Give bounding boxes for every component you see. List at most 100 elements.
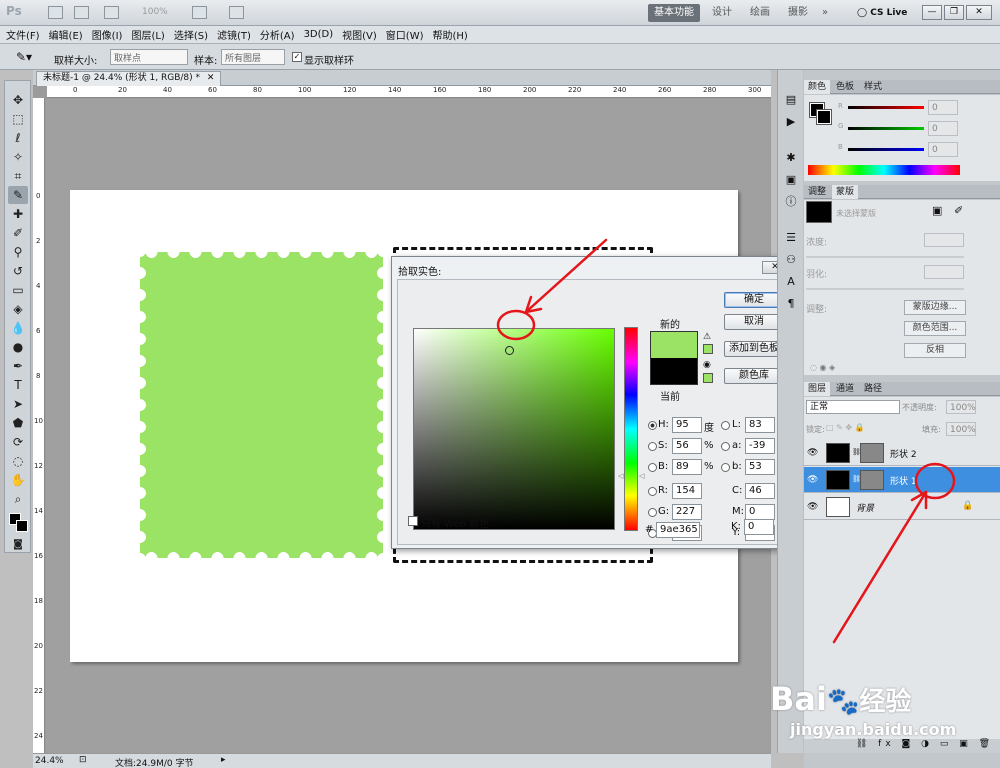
- mini-bridge-icon[interactable]: [74, 6, 89, 19]
- stamp-tool-icon[interactable]: ⚲: [8, 243, 28, 261]
- actions-panel-icon[interactable]: ▶: [782, 114, 800, 130]
- blur-tool-icon[interactable]: 💧: [8, 319, 28, 337]
- cancel-button[interactable]: 取消: [724, 314, 784, 330]
- marquee-tool-icon[interactable]: ⬚: [8, 110, 28, 128]
- healing-brush-icon[interactable]: ✚: [8, 205, 28, 223]
- layers-footer-icons[interactable]: ⛓ fx ◙ ◑ ▭ ▣ 🗑: [804, 739, 1000, 753]
- hue-slider-left-arrow[interactable]: ◁: [618, 472, 623, 480]
- tab-adjustments[interactable]: 调整: [804, 185, 830, 199]
- restore-icon[interactable]: ❐: [944, 5, 964, 20]
- density-field[interactable]: [924, 233, 964, 247]
- g-slider[interactable]: [848, 127, 924, 130]
- pen-tool-icon[interactable]: ✒: [8, 357, 28, 375]
- zoom-level-dropdown[interactable]: 100%: [142, 7, 168, 17]
- add-to-swatches-button[interactable]: 添加到色板: [724, 341, 784, 357]
- b-value[interactable]: 0: [928, 142, 958, 157]
- cs-live-button[interactable]: ◯ CS Live: [857, 4, 907, 22]
- tab-masks[interactable]: 蒙版: [832, 185, 859, 199]
- menu-edit[interactable]: 编辑(E): [49, 27, 83, 42]
- opacity-field[interactable]: 100%: [946, 400, 976, 414]
- show-ring-checkbox[interactable]: ✓: [292, 52, 302, 62]
- menu-view[interactable]: 视图(V): [342, 27, 377, 42]
- eraser-tool-icon[interactable]: ▭: [8, 281, 28, 299]
- hand-tool-icon[interactable]: ✋: [8, 471, 28, 489]
- r-radio[interactable]: [648, 487, 657, 496]
- menu-3d[interactable]: 3D(D): [304, 29, 334, 40]
- tab-color[interactable]: 颜色: [804, 80, 831, 94]
- lab-b-radio[interactable]: [721, 463, 730, 472]
- visibility-eye-icon[interactable]: 👁: [807, 448, 818, 458]
- s-radio[interactable]: [648, 442, 657, 451]
- dodge-tool-icon[interactable]: ●: [8, 338, 28, 356]
- bridge-icon[interactable]: [48, 6, 63, 19]
- s-field[interactable]: 56: [672, 438, 702, 454]
- invert-button[interactable]: 反相: [904, 343, 966, 358]
- r-field[interactable]: 154: [672, 483, 702, 499]
- 3d-rotate-icon[interactable]: ⟳: [8, 433, 28, 451]
- quick-select-tool-icon[interactable]: ✧: [8, 148, 28, 166]
- view-extras-icon[interactable]: [104, 6, 119, 19]
- menu-select[interactable]: 选择(S): [174, 27, 208, 42]
- web-safe-color-swatch[interactable]: [703, 373, 713, 383]
- workspace-photography[interactable]: 摄影: [782, 4, 814, 22]
- zoom-tool-icon[interactable]: ⌕: [8, 490, 28, 508]
- screen-mode-icon[interactable]: [229, 6, 244, 19]
- layer-row-background[interactable]: 👁 背景 🔒: [804, 494, 1000, 520]
- arrange-documents-icon[interactable]: [192, 6, 207, 19]
- brush-tool-icon[interactable]: ✐: [8, 224, 28, 242]
- g-value[interactable]: 0: [928, 121, 958, 136]
- b-radio[interactable]: [648, 463, 657, 472]
- path-select-icon[interactable]: ➤: [8, 395, 28, 413]
- workspace-painting[interactable]: 绘画: [744, 4, 776, 22]
- gamut-color-swatch[interactable]: [703, 344, 713, 354]
- shape-tool-icon[interactable]: ⬟: [8, 414, 28, 432]
- status-menu-icon[interactable]: ▸: [221, 755, 226, 765]
- sample-select[interactable]: 所有图层: [221, 49, 285, 65]
- 3d-orbit-icon[interactable]: ◌: [8, 452, 28, 470]
- status-info-icon[interactable]: ⊡: [79, 755, 87, 765]
- workspace-essentials[interactable]: 基本功能: [648, 4, 700, 22]
- 3d-panel-icon[interactable]: ✱: [782, 150, 800, 166]
- lab-b-field[interactable]: 53: [745, 459, 775, 475]
- hue-slider-right-arrow[interactable]: ◁: [639, 472, 644, 480]
- current-color-swatch[interactable]: [650, 358, 698, 385]
- tab-channels[interactable]: 通道: [832, 382, 858, 396]
- h-radio[interactable]: [648, 421, 657, 430]
- background-color-swatch[interactable]: [16, 520, 28, 532]
- color-picker-ring[interactable]: [505, 346, 514, 355]
- b-field[interactable]: 89: [672, 459, 702, 475]
- color-range-button[interactable]: 颜色范围...: [904, 321, 966, 336]
- quick-mask-icon[interactable]: ◙: [8, 536, 28, 554]
- add-pixel-mask-icon[interactable]: ▣: [932, 204, 942, 217]
- hex-field[interactable]: 9ae365: [656, 522, 700, 538]
- history-brush-icon[interactable]: ↺: [8, 262, 28, 280]
- k-field[interactable]: 0: [744, 519, 774, 535]
- fill-field[interactable]: 100%: [946, 422, 976, 436]
- menu-layer[interactable]: 图层(L): [131, 27, 164, 42]
- tab-paths[interactable]: 路径: [860, 382, 886, 396]
- menu-filter[interactable]: 滤镜(T): [217, 27, 251, 42]
- feather-slider[interactable]: [806, 288, 964, 290]
- menu-file[interactable]: 文件(F): [6, 27, 40, 42]
- zoom-field[interactable]: 24.4%: [35, 756, 64, 766]
- sample-size-select[interactable]: 取样点: [110, 49, 188, 65]
- close-icon[interactable]: ✕: [966, 5, 992, 20]
- c-field[interactable]: 46: [745, 483, 775, 499]
- paragraph-panel-icon[interactable]: ¶: [782, 296, 800, 312]
- a-field[interactable]: -39: [745, 438, 775, 454]
- lasso-tool-icon[interactable]: ℓ: [8, 129, 28, 147]
- image-panel-icon[interactable]: ▣: [782, 172, 800, 188]
- menu-help[interactable]: 帮助(H): [433, 27, 468, 42]
- layer-row-shape1[interactable]: 👁 ⛓ 形状 1: [804, 467, 1000, 493]
- out-of-gamut-warning-icon[interactable]: ⚠: [703, 332, 711, 342]
- color-field[interactable]: [413, 328, 615, 530]
- menu-analysis[interactable]: 分析(A): [260, 27, 295, 42]
- a-radio[interactable]: [721, 442, 730, 451]
- feather-field[interactable]: [924, 265, 964, 279]
- l-radio[interactable]: [721, 421, 730, 430]
- add-vector-mask-icon[interactable]: ✐: [954, 204, 963, 217]
- tab-layers[interactable]: 图层: [804, 382, 831, 396]
- eyedropper-tool-icon[interactable]: ✎: [8, 186, 28, 204]
- menu-window[interactable]: 窗口(W): [386, 27, 424, 42]
- b-slider[interactable]: [848, 148, 924, 151]
